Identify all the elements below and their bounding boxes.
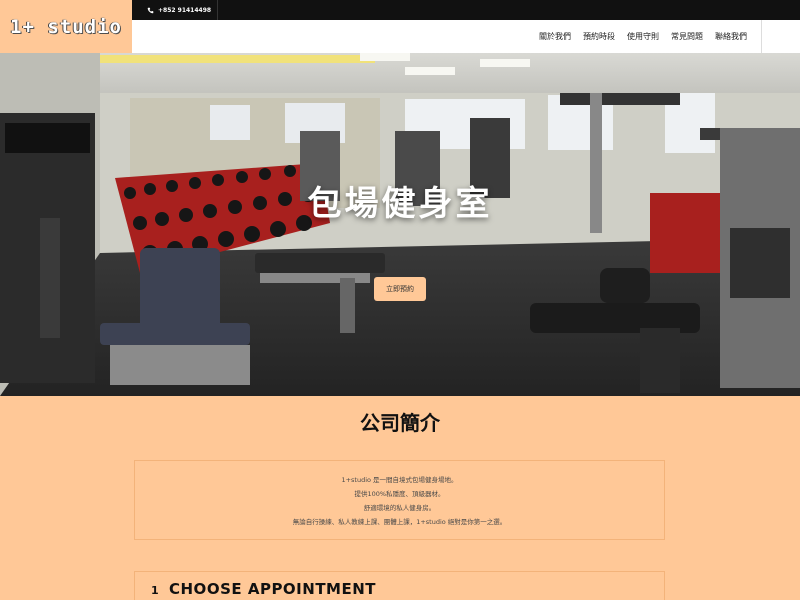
company-intro-box: 1+studio 是一間自境式包場健身場地。 提供100%私隱度、頂級器材。 舒…: [134, 460, 665, 540]
nav-item-booking-slots[interactable]: 預約時段: [583, 31, 615, 42]
nav-spacer: [762, 20, 800, 53]
nav-item-contact[interactable]: 聯絡我們: [715, 31, 747, 42]
step-title: CHOOSE APPOINTMENT: [169, 580, 377, 598]
hero-banner: 包場健身室 立即預約: [0, 53, 800, 396]
nav-item-faq[interactable]: 常見問題: [671, 31, 703, 42]
main-nav: 關於我們 預約時段 使用守則 常見問題 聯絡我們: [132, 20, 762, 53]
choose-appointment-step[interactable]: 1 CHOOSE APPOINTMENT: [134, 571, 665, 600]
phone-contact[interactable]: +852 91414498: [141, 0, 219, 20]
intro-line: 無論自行操練、私人教練上課、團體上課，1+studio 絕對是你第一之選。: [292, 518, 507, 526]
intro-line: 提供100%私隱度、頂級器材。: [354, 490, 445, 498]
book-now-button[interactable]: 立即預約: [374, 277, 426, 301]
intro-line: 舒適環境的私人健身房。: [363, 504, 436, 512]
intro-line: 1+studio 是一間自境式包場健身場地。: [341, 476, 458, 484]
phone-icon: [147, 7, 154, 13]
hero-title: 包場健身室: [307, 184, 493, 224]
nav-item-rules[interactable]: 使用守則: [627, 31, 659, 42]
company-section-title: 公司簡介: [360, 411, 440, 435]
step-number: 1: [151, 584, 159, 597]
logo-text: 1+ studio: [10, 15, 122, 38]
site-logo[interactable]: 1+ studio: [0, 0, 132, 53]
phone-number: +852 91414498: [158, 6, 212, 14]
nav-item-about[interactable]: 關於我們: [539, 31, 571, 42]
